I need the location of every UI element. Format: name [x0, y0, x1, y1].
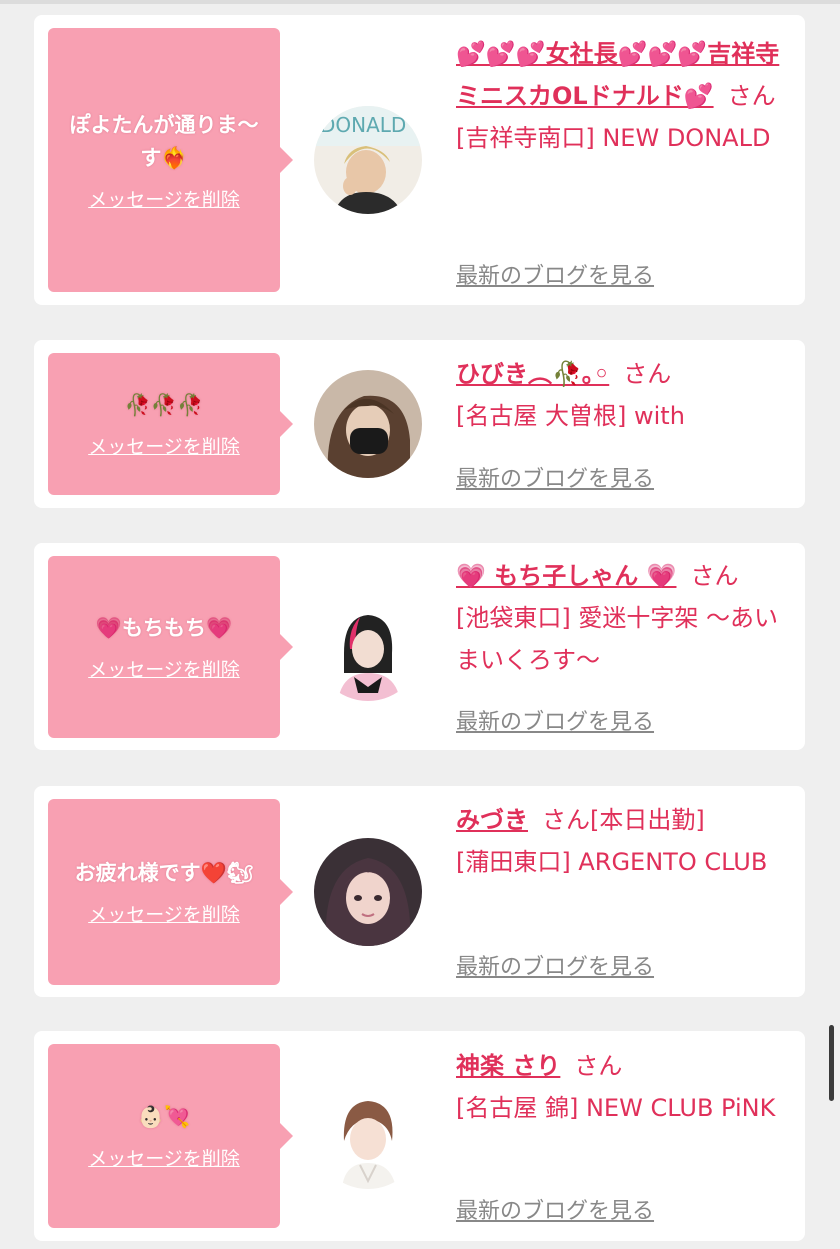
message-text: お疲れ様です❤️🐿 — [74, 861, 254, 885]
message-bubble: ぽよたんが通りま〜す❤️‍🔥 メッセージを削除 — [48, 28, 293, 292]
message-bubble: お疲れ様です❤️🐿 メッセージを削除 — [48, 799, 293, 985]
shop-name: [蒲田東口] ARGENTO CLUB — [456, 848, 768, 876]
girl-name-link[interactable]: 神楽 さり — [456, 1052, 560, 1080]
message-card: お疲れ様です❤️🐿 メッセージを削除 みづき さん[本日出勤] [蒲田東口] AR… — [34, 786, 805, 997]
name-line: 💕💕💕女社長💕💕💕吉祥寺ミニスカOLドナルド💕 さん — [456, 33, 796, 117]
delete-message-link[interactable]: メッセージを削除 — [88, 185, 240, 212]
delete-message-link[interactable]: メッセージを削除 — [88, 1144, 240, 1171]
girl-info: ひびき︵🥀｡◦ さん [名古屋 大曽根] with — [456, 353, 796, 437]
shop-name: [池袋東口] 愛迷十字架 〜あいまいくろす〜 — [456, 604, 778, 674]
girl-name-link[interactable]: みづき — [456, 806, 528, 834]
shop-name: [名古屋 錦] NEW CLUB PiNK — [456, 1094, 776, 1122]
delete-message-link[interactable]: メッセージを削除 — [88, 432, 240, 459]
scrollbar[interactable] — [829, 1025, 834, 1101]
girl-name-link[interactable]: ひびき︵🥀｡◦ — [456, 360, 609, 388]
attendance-badge: [本日出勤] — [590, 806, 705, 834]
delete-message-link[interactable]: メッセージを削除 — [88, 655, 240, 682]
message-card: 👶🏻💘 メッセージを削除 神楽 さり さん [名古屋 錦] NEW CLUB Pi… — [34, 1031, 805, 1241]
san-label: さん — [727, 82, 776, 110]
message-text: 🥀🥀🥀 — [124, 393, 204, 417]
avatar[interactable] — [314, 593, 422, 701]
girl-name-link[interactable]: 💗 もち子しゃん 💗 — [456, 562, 676, 590]
message-bubble: 💗もちもち💗 メッセージを削除 — [48, 556, 293, 738]
avatar[interactable] — [314, 838, 422, 946]
avatar[interactable] — [314, 370, 422, 478]
message-bubble: 👶🏻💘 メッセージを削除 — [48, 1044, 293, 1228]
avatar[interactable]: DONALD Kichijoji — [314, 106, 422, 214]
name-line: ひびき︵🥀｡◦ さん — [456, 353, 796, 395]
san-label: さん — [690, 562, 739, 590]
avatar-logo-text: DONALD Kichijoji — [320, 113, 422, 137]
shop-name: [吉祥寺南口] NEW DONALD — [456, 124, 771, 152]
message-card: 🥀🥀🥀 メッセージを削除 ひびき︵🥀｡◦ さん [名古屋 大曽根] with 最新… — [34, 340, 805, 508]
san-label: さん — [574, 1052, 623, 1080]
name-line: 💗 もち子しゃん 💗 さん — [456, 555, 796, 597]
latest-blog-link[interactable]: 最新のブログを見る — [456, 949, 654, 981]
avatar[interactable] — [314, 1081, 422, 1189]
latest-blog-link[interactable]: 最新のブログを見る — [456, 258, 654, 290]
latest-blog-link[interactable]: 最新のブログを見る — [456, 1193, 654, 1225]
message-bubble: 🥀🥀🥀 メッセージを削除 — [48, 353, 293, 495]
message-card: ぽよたんが通りま〜す❤️‍🔥 メッセージを削除 DONALD Kichijoji… — [34, 15, 805, 305]
delete-message-link[interactable]: メッセージを削除 — [88, 900, 240, 927]
message-card: 💗もちもち💗 メッセージを削除 💗 もち子しゃん 💗 さん [池袋東口] 愛迷十字… — [34, 543, 805, 750]
latest-blog-link[interactable]: 最新のブログを見る — [456, 461, 654, 493]
girl-info: みづき さん[本日出勤] [蒲田東口] ARGENTO CLUB — [456, 799, 796, 883]
name-line: 神楽 さり さん — [456, 1045, 796, 1087]
message-text: ぽよたんが通りま〜す❤️‍🔥 — [69, 112, 259, 170]
girl-info: 💕💕💕女社長💕💕💕吉祥寺ミニスカOLドナルド💕 さん [吉祥寺南口] NEW DO… — [456, 33, 796, 159]
top-divider — [0, 0, 840, 4]
message-text: 👶🏻💘 — [137, 1105, 191, 1129]
message-text: 💗もちもち💗 — [95, 616, 233, 640]
shop-name: [名古屋 大曽根] with — [456, 402, 685, 430]
girl-info: 神楽 さり さん [名古屋 錦] NEW CLUB PiNK — [456, 1045, 796, 1129]
san-label: さん — [542, 806, 590, 834]
girl-info: 💗 もち子しゃん 💗 さん [池袋東口] 愛迷十字架 〜あいまいくろす〜 — [456, 555, 796, 681]
latest-blog-link[interactable]: 最新のブログを見る — [456, 704, 654, 736]
san-label: さん — [623, 360, 672, 388]
name-line: みづき さん[本日出勤] — [456, 799, 796, 841]
